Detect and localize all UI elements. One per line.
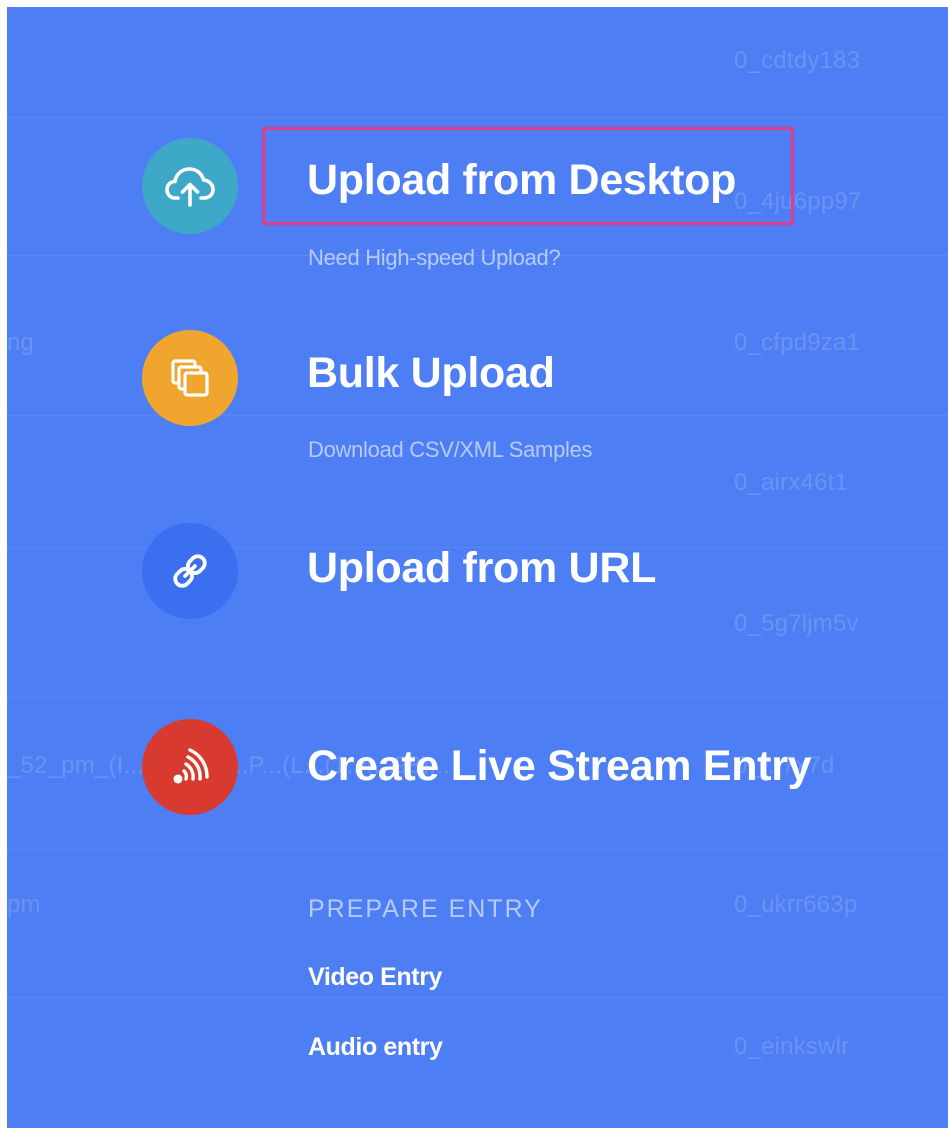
list-item-id: 0_einkswlr bbox=[734, 1033, 850, 1060]
list-item-id: 0_cfpd9za1 bbox=[734, 329, 861, 356]
create-live-stream-button[interactable]: Create Live Stream Entry bbox=[307, 742, 812, 791]
video-entry-link[interactable]: Video Entry bbox=[308, 963, 442, 992]
audio-entry-link[interactable]: Audio entry bbox=[308, 1033, 443, 1062]
list-divider bbox=[7, 849, 948, 850]
list-divider bbox=[7, 117, 948, 118]
high-speed-upload-link[interactable]: Need High-speed Upload? bbox=[308, 245, 561, 271]
list-divider bbox=[7, 697, 948, 698]
cloud-upload-icon[interactable] bbox=[142, 138, 238, 234]
copy-icon[interactable] bbox=[142, 330, 238, 426]
list-divider bbox=[7, 997, 948, 998]
broadcast-icon[interactable] bbox=[142, 719, 238, 815]
list-item-id: 0_cdtdy183 bbox=[734, 47, 861, 74]
list-item-name: ng bbox=[7, 329, 35, 356]
list-divider bbox=[7, 415, 948, 416]
upload-menu-overlay: 0_cdtdy183 0_4ju6pp97 ng 0_cfpd9za1 0_ai… bbox=[7, 7, 948, 1128]
download-samples-link[interactable]: Download CSV/XML Samples bbox=[308, 437, 593, 463]
list-item-id: 0_airx46t1 bbox=[734, 469, 849, 496]
list-item-name: pm bbox=[7, 891, 41, 918]
link-icon[interactable] bbox=[142, 523, 238, 619]
prepare-entry-heading: PREPARE ENTRY bbox=[308, 895, 543, 923]
list-item-id: 0_ukrr663p bbox=[734, 891, 858, 918]
highlight-box bbox=[262, 127, 794, 225]
bulk-upload-button[interactable]: Bulk Upload bbox=[307, 349, 555, 398]
list-item-id: 0_5g7ljm5v bbox=[734, 610, 859, 637]
upload-from-url-button[interactable]: Upload from URL bbox=[307, 544, 656, 593]
